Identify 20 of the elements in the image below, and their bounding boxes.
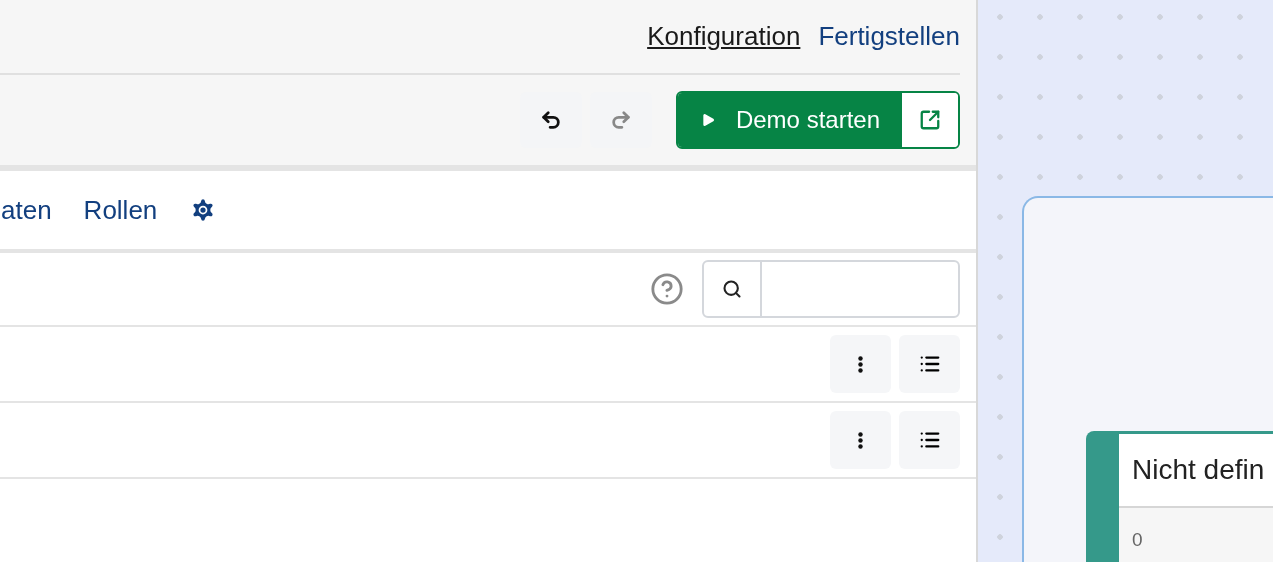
search-field[interactable] <box>702 260 960 318</box>
demo-start-button[interactable]: Demo starten <box>677 93 902 147</box>
kebab-icon <box>858 355 863 373</box>
list-button[interactable] <box>899 335 960 393</box>
tab[interactable]: aten <box>1 190 52 230</box>
node-title: Nicht defin <box>1132 453 1265 487</box>
kebab-icon <box>858 431 863 449</box>
tab[interactable]: Rollen <box>83 190 158 230</box>
nav-link[interactable]: Fertigstellen <box>818 17 960 56</box>
list-icon <box>918 429 941 451</box>
search-icon <box>722 279 742 299</box>
redo-icon <box>609 109 632 131</box>
list-button[interactable] <box>899 411 960 469</box>
undo-icon <box>539 109 562 131</box>
nav-link[interactable]: Konfiguration <box>647 17 801 56</box>
open-external-button[interactable] <box>902 93 958 147</box>
help-icon[interactable] <box>650 272 684 306</box>
external-link-icon <box>919 109 941 131</box>
list-icon <box>918 353 941 375</box>
node-value: 0 <box>1132 529 1143 550</box>
